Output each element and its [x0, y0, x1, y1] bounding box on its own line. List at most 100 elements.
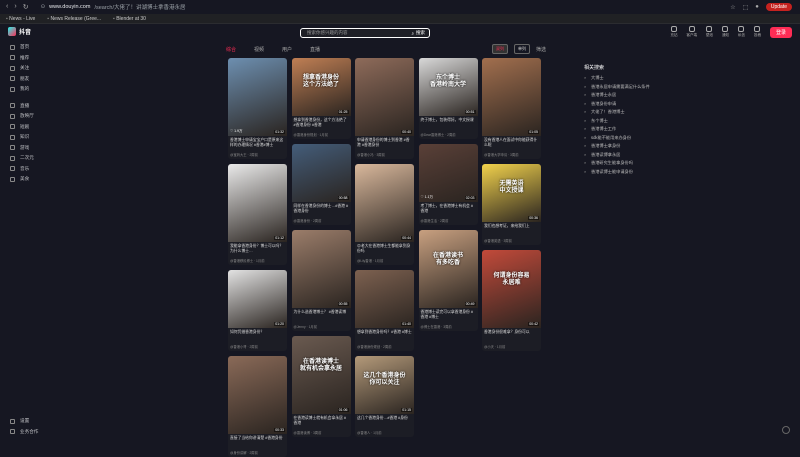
- video-card[interactable]: 00:55 为什么选香港博士？ #香港读博 @Jenny · 1月前: [291, 230, 351, 331]
- sidebar-item-friends[interactable]: 朋友: [0, 74, 56, 85]
- video-thumbnail[interactable]: 01:40: [355, 270, 414, 328]
- video-author-meta[interactable]: @香港大学申请 · 3周前: [482, 151, 541, 159]
- video-card[interactable]: 01:05 没有香港人在面试中你能获得什么呢 @香港大学申请 · 3周前: [482, 58, 541, 159]
- related-search-item[interactable]: ⌕ 香港身份申请: [584, 101, 704, 110]
- video-thumbnail[interactable]: 01:12: [228, 164, 287, 242]
- video-author-meta[interactable]: @Lily香港 · 1月前: [355, 257, 414, 265]
- video-caption[interactable]: 我能拿香港身份？博士可以吗？ 为什么博士…: [228, 242, 287, 257]
- sidebar-item-following[interactable]: 关注: [0, 63, 56, 74]
- sidebar-item-business[interactable]: 业务合作: [0, 427, 56, 438]
- video-card[interactable]: 在香港读书 有多吃香 00:49 香港博士读完可以拿香港身份 #香港 #博士 @博士在…: [418, 230, 478, 331]
- video-thumbnail[interactable]: 何谓身份容易 永居难 00:42: [482, 250, 541, 328]
- video-card[interactable]: ♡ 1.1万 02:03 考了博士，在香港博士有机会 #香港 @香港生活 · 2周前: [418, 144, 478, 225]
- video-card[interactable]: 01:20 如何凭借香港身份？ @香港小哥 · 2周前: [228, 270, 287, 351]
- related-search-item[interactable]: ⌕ 香港永居申请需要满足什么条件: [584, 84, 704, 93]
- video-thumbnail[interactable]: 01:05: [482, 58, 541, 136]
- video-caption[interactable]: 直接了当给你讲清楚 #香港身份: [228, 434, 287, 449]
- video-thumbnail[interactable]: ♡ 1.1万 02:03: [418, 144, 478, 202]
- search-bar[interactable]: 搜索你感兴趣的内容 ⌕ 搜索: [300, 28, 430, 38]
- sidebar-item-home[interactable]: 首页: [0, 42, 56, 53]
- video-thumbnail[interactable]: 无需英语 中文授课 00:36: [482, 164, 541, 222]
- tab-all[interactable]: 综合: [226, 46, 236, 53]
- related-search-item[interactable]: ⌕ 东个博士: [584, 118, 704, 127]
- sidebar-item-anime[interactable]: 二次元: [0, 153, 56, 164]
- video-caption[interactable]: 😊老大在香港博士生都能拿到身份吗: [355, 242, 414, 257]
- video-caption[interactable]: 终于博士，包装得好。中文授课: [419, 116, 478, 131]
- app-logo[interactable]: 抖音: [8, 27, 31, 36]
- video-author-meta[interactable]: @香港身份规划 · 1月前: [292, 131, 351, 139]
- video-caption[interactable]: 我们也想考证，来给我们上: [482, 222, 541, 237]
- video-author-meta[interactable]: @香港生活 · 2周前: [419, 217, 478, 225]
- video-thumbnail[interactable]: 00:58: [291, 144, 351, 202]
- tab-users[interactable]: 用户: [282, 46, 292, 53]
- video-card[interactable]: 想拿香港身份 这个方法绝了 01:25 想拿到香港身份，这个方法绝了 #香港身份 #…: [291, 58, 351, 139]
- view-double-column[interactable]: 双列: [491, 44, 508, 54]
- video-author-meta[interactable]: @宝妈大王 · 2周前: [228, 151, 287, 159]
- video-caption[interactable]: 在香港读博士就有机会拿永居 #香港: [292, 414, 351, 429]
- top-action-client[interactable]: 客户端: [686, 26, 697, 38]
- video-author-meta[interactable]: @香港读博 · 3周前: [292, 429, 351, 437]
- site-info-icon[interactable]: ⊙: [41, 4, 46, 10]
- related-search-item[interactable]: ⌕ 香港研究生能拿身份吗: [584, 160, 704, 169]
- video-thumbnail[interactable]: 想拿香港身份 这个方法绝了 01:25: [291, 58, 351, 116]
- sidebar-item-games[interactable]: 游戏: [0, 143, 56, 154]
- sidebar-item-me[interactable]: 我的: [0, 84, 56, 95]
- video-caption[interactable]: 没有香港人在面试中你能获得什么呢: [482, 136, 541, 151]
- back-icon[interactable]: ‹: [6, 3, 8, 11]
- related-search-item[interactable]: ⌕ 香港博士拿身份: [584, 143, 704, 152]
- video-caption[interactable]: 香港博士读完可以拿香港身份 #香港 #博士: [419, 308, 478, 323]
- sidebar-item-recommend[interactable]: 推荐: [0, 53, 56, 64]
- related-search-item[interactable]: ⌕ 香港读博拿永居: [584, 152, 704, 161]
- bookmark-item[interactable]: News - Live: [6, 16, 35, 22]
- video-thumbnail[interactable]: 00:33: [228, 356, 287, 434]
- video-author-meta[interactable]: @香港小哥 · 2周前: [228, 343, 287, 351]
- video-author-meta[interactable]: @香港移民博士 · 1月前: [228, 257, 287, 265]
- reload-icon[interactable]: ↻: [23, 3, 29, 11]
- related-search-item[interactable]: ⌕ 大博士: [584, 75, 704, 84]
- extensions-icon[interactable]: ⬚: [743, 4, 749, 11]
- video-caption[interactable]: 考了博士，在香港博士有机会 #香港: [419, 202, 478, 217]
- video-card[interactable]: 何谓身份容易 永居难 00:42 香港身份很难拿？身份可以 @小天 · 1月前: [482, 250, 541, 351]
- video-caption[interactable]: 同样在香港身份的博士…#香港 #香港身份: [292, 202, 351, 217]
- sidebar-item-settings[interactable]: 设置: [0, 416, 56, 427]
- related-search-item[interactable]: ⌕ 香港博士工作: [584, 126, 704, 135]
- video-caption[interactable]: 申请香港身份的博士到香港 #香港 #香港身份: [355, 136, 414, 151]
- search-input[interactable]: 搜索你感兴趣的内容: [307, 30, 348, 36]
- top-action-upload[interactable]: 投稿: [754, 26, 761, 38]
- video-card[interactable]: 在香港读博士 就有机会拿永居 01:06 在香港读博士就有机会拿永居 #香港 @香港读…: [291, 336, 351, 437]
- video-author-meta[interactable]: @Jenny · 1月前: [292, 323, 351, 331]
- related-search-item[interactable]: ⌕ 大佬了！香港博士: [584, 109, 704, 118]
- video-card[interactable]: 这几个香港身份 你可以关注 01:15 这几个香港身份…#香港 #身份 @香港人 · …: [355, 356, 414, 437]
- top-action-messages[interactable]: 私信: [738, 26, 745, 38]
- video-card[interactable]: 00:44 😊老大在香港博士生都能拿到身份吗 @Lily香港 · 1月前: [355, 164, 414, 265]
- bookmark-item[interactable]: News Release (Gree...: [47, 16, 101, 22]
- video-card[interactable]: 无需英语 中文授课 00:36 我们也想考证，来给我们上 @香港英语 · 3周前: [482, 164, 541, 245]
- video-author-meta[interactable]: @香港身份 · 2周前: [292, 217, 351, 225]
- video-caption[interactable]: 想拿到香港身份，这个方法绝了 #香港身份 #香港: [292, 116, 351, 131]
- video-caption[interactable]: 想拿到香港身份吗？#香港 #博士: [355, 328, 414, 343]
- login-button[interactable]: 登录: [769, 26, 792, 38]
- related-search-item[interactable]: ⌕ sdk能不能用来办身份: [584, 135, 704, 144]
- video-thumbnail[interactable]: 这几个香港身份 你可以关注 01:15: [355, 356, 414, 414]
- video-caption[interactable]: 香港身份很难拿？身份可以: [482, 328, 541, 343]
- sidebar-item-food[interactable]: 美食: [0, 174, 56, 185]
- related-search-item[interactable]: ⌕ 香港读博士能申请身份: [584, 169, 704, 178]
- top-action-recharge[interactable]: 充钻: [670, 26, 677, 38]
- video-card[interactable]: 01:40 想拿到香港身份吗？#香港 #博士 @香港身份规划 · 2周前: [355, 270, 414, 351]
- video-thumbnail[interactable]: 01:20: [228, 270, 287, 328]
- address-bar[interactable]: ⊙ www.douyin.com/search/大佬了！讲湖博士拿香港永居: [41, 2, 681, 12]
- related-search-item[interactable]: ⌕ 香港博士永居: [584, 92, 704, 101]
- video-author-meta[interactable]: @Dear香港博士 · 2周前: [419, 131, 478, 139]
- video-card[interactable]: ♡ 1.9万 01:32 香港博士申请宝宝户口是原来这样的办理情况 #香港#博士 @宝…: [228, 58, 287, 159]
- video-card[interactable]: 00:58 同样在香港身份的博士…#香港 #香港身份 @香港身份 · 2周前: [291, 144, 351, 225]
- update-button[interactable]: Update: [765, 3, 792, 11]
- bookmark-star-icon[interactable]: ☆: [730, 4, 735, 11]
- video-card[interactable]: 00:33 直接了当给你讲清楚 #香港身份 @身份讲解 · 2周前: [228, 356, 287, 457]
- video-caption[interactable]: 如何凭借香港身份？: [228, 328, 287, 343]
- profile-icon[interactable]: ●: [755, 4, 759, 10]
- view-single-column[interactable]: 单列: [513, 44, 530, 54]
- video-caption[interactable]: 为什么选香港博士？ #香港读博: [292, 308, 351, 323]
- video-caption[interactable]: 这几个香港身份…#香港 #身份: [355, 414, 414, 429]
- video-caption[interactable]: 香港博士申请宝宝户口是原来这样的办理情况 #香港#博士: [228, 136, 287, 151]
- video-author-meta[interactable]: @身份讲解 · 2周前: [228, 449, 287, 457]
